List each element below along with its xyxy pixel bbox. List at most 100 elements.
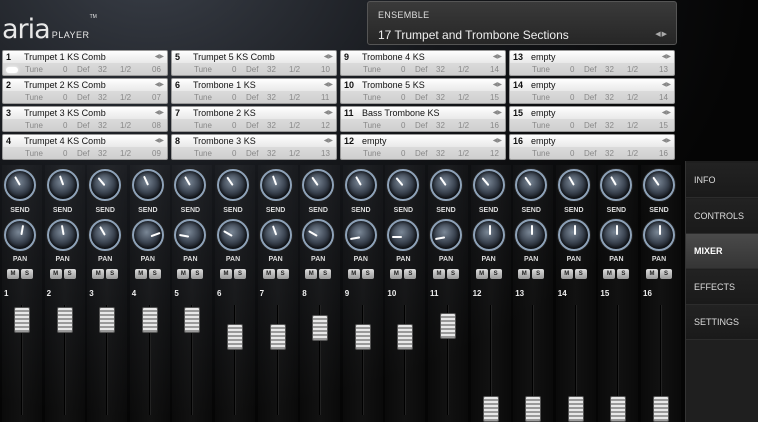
slot-arrows-icon[interactable]: ◀▶ — [662, 109, 671, 116]
mute-button[interactable]: M — [390, 269, 403, 279]
tune-value[interactable]: 0 — [401, 65, 405, 74]
def-value[interactable]: 32 — [98, 149, 107, 158]
volume-fader[interactable] — [99, 307, 116, 334]
slot-arrows-icon[interactable]: ◀▶ — [493, 109, 502, 116]
solo-button[interactable]: S — [148, 269, 161, 279]
pan-knob[interactable] — [259, 219, 292, 251]
midi-channel[interactable]: 15 — [659, 121, 668, 130]
pan-knob[interactable] — [472, 219, 505, 251]
midi-channel[interactable]: 12 — [321, 121, 330, 130]
send-knob[interactable] — [472, 169, 505, 201]
menu-item-effects[interactable]: EFFECTS — [686, 269, 758, 305]
tune-value[interactable]: 0 — [401, 149, 405, 158]
slot-instrument-name[interactable]: Trombone 5 KS — [362, 80, 425, 90]
midi-channel[interactable]: 09 — [152, 149, 161, 158]
instrument-slot[interactable]: 4 Trumpet 4 KS Comb ◀▶ Tune 0 Def 32 1/2 09 — [2, 134, 168, 160]
instrument-slot[interactable]: 11 Bass Trombone KS ◀▶ Tune 0 Def 32 1/2 16 — [340, 106, 506, 132]
tune-value[interactable]: 0 — [63, 149, 67, 158]
menu-item-controls[interactable]: CONTROLS — [686, 198, 758, 234]
tune-value[interactable]: 0 — [63, 65, 67, 74]
midi-channel[interactable]: 11 — [321, 93, 329, 102]
solo-button[interactable]: S — [319, 269, 332, 279]
tune-value[interactable]: 0 — [401, 121, 405, 130]
volume-fader[interactable] — [653, 395, 669, 422]
def-value[interactable]: 32 — [267, 149, 276, 158]
volume-fader[interactable] — [269, 324, 286, 351]
slot-instrument-name[interactable]: Trumpet 3 KS Comb — [24, 108, 106, 118]
slot-instrument-name[interactable]: Trombone 1 KS — [193, 80, 256, 90]
mute-button[interactable]: M — [433, 269, 445, 279]
def-value[interactable]: 32 — [98, 121, 107, 130]
slot-instrument-name[interactable]: Trombone 4 KS — [362, 52, 425, 62]
send-knob[interactable] — [557, 169, 590, 201]
send-knob[interactable] — [643, 169, 675, 201]
slot-arrows-icon[interactable]: ◀▶ — [155, 109, 164, 116]
solo-button[interactable]: S — [276, 269, 289, 279]
slot-arrows-icon[interactable]: ◀▶ — [493, 81, 502, 88]
instrument-slot[interactable]: 5 Trumpet 5 KS Comb ◀▶ Tune 0 Def 32 1/2 10 — [171, 50, 337, 76]
tune-value[interactable]: 0 — [232, 149, 236, 158]
slot-arrows-icon[interactable]: ◀▶ — [662, 137, 671, 144]
slot-arrows-icon[interactable]: ◀▶ — [493, 53, 502, 60]
pan-knob[interactable] — [430, 219, 462, 251]
mute-button[interactable]: M — [518, 269, 531, 279]
solo-button[interactable]: S — [234, 269, 246, 279]
menu-item-info[interactable]: INFO — [686, 163, 758, 198]
solo-button[interactable]: S — [404, 269, 417, 279]
volume-fader[interactable] — [312, 315, 329, 342]
tune-value[interactable]: 0 — [232, 65, 236, 74]
mute-button[interactable]: M — [177, 269, 190, 279]
send-knob[interactable] — [46, 169, 79, 201]
send-knob[interactable] — [430, 169, 462, 201]
volume-fader[interactable] — [354, 324, 371, 351]
slot-arrows-icon[interactable]: ◀▶ — [155, 53, 164, 60]
instrument-slot[interactable]: 14 empty ◀▶ Tune 0 Def 32 1/2 14 — [509, 78, 675, 104]
send-knob[interactable] — [131, 169, 164, 201]
slot-arrows-icon[interactable]: ◀▶ — [493, 137, 502, 144]
slot-instrument-name[interactable]: Trombone 2 KS — [193, 108, 256, 118]
midi-channel[interactable]: 13 — [659, 65, 668, 74]
send-knob[interactable] — [344, 169, 377, 201]
tune-value[interactable]: 0 — [570, 93, 574, 102]
ensemble-arrows-icon[interactable]: ◀▶ — [655, 30, 668, 38]
ensemble-selector[interactable]: ENSEMBLE 17 Trumpet and Trombone Section… — [367, 1, 677, 45]
solo-button[interactable]: S — [617, 269, 630, 279]
volume-fader[interactable] — [56, 307, 73, 334]
slot-arrows-icon[interactable]: ◀▶ — [324, 109, 333, 116]
solo-button[interactable]: S — [361, 269, 374, 279]
def-value[interactable]: 32 — [605, 121, 614, 130]
instrument-slot[interactable]: 10 Trombone 5 KS ◀▶ Tune 0 Def 32 1/2 15 — [340, 78, 506, 104]
mute-button[interactable]: M — [262, 269, 275, 279]
midi-channel[interactable]: 14 — [490, 65, 499, 74]
instrument-slot[interactable]: 12 empty ◀▶ Tune 0 Def 32 1/2 12 — [340, 134, 506, 160]
solo-button[interactable]: S — [106, 269, 119, 279]
pan-knob[interactable] — [46, 219, 79, 251]
pan-knob[interactable] — [557, 219, 590, 251]
volume-fader[interactable] — [227, 324, 243, 351]
volume-fader[interactable] — [14, 307, 30, 334]
solo-button[interactable]: S — [660, 269, 672, 279]
midi-channel[interactable]: 07 — [152, 93, 161, 102]
def-value[interactable]: 32 — [98, 65, 107, 74]
def-value[interactable]: 32 — [267, 93, 276, 102]
midi-channel[interactable]: 16 — [490, 121, 499, 130]
def-value[interactable]: 32 — [436, 93, 445, 102]
def-value[interactable]: 32 — [605, 149, 614, 158]
def-value[interactable]: 32 — [605, 93, 614, 102]
tune-value[interactable]: 0 — [570, 65, 574, 74]
def-value[interactable]: 32 — [436, 149, 445, 158]
slot-instrument-name[interactable]: Trumpet 4 KS Comb — [24, 136, 106, 146]
pan-knob[interactable] — [131, 219, 164, 251]
mute-button[interactable]: M — [220, 269, 232, 279]
def-value[interactable]: 32 — [267, 121, 276, 130]
slot-instrument-name[interactable]: empty — [531, 52, 556, 62]
solo-button[interactable]: S — [574, 269, 587, 279]
mute-button[interactable]: M — [134, 269, 147, 279]
slot-arrows-icon[interactable]: ◀▶ — [662, 81, 671, 88]
instrument-slot[interactable]: 2 Trumpet 2 KS Comb ◀▶ Tune 0 Def 32 1/2 07 — [2, 78, 168, 104]
send-knob[interactable] — [217, 169, 249, 201]
pan-knob[interactable] — [89, 219, 122, 251]
slot-arrows-icon[interactable]: ◀▶ — [155, 81, 164, 88]
send-knob[interactable] — [259, 169, 292, 201]
volume-fader[interactable] — [610, 395, 627, 422]
